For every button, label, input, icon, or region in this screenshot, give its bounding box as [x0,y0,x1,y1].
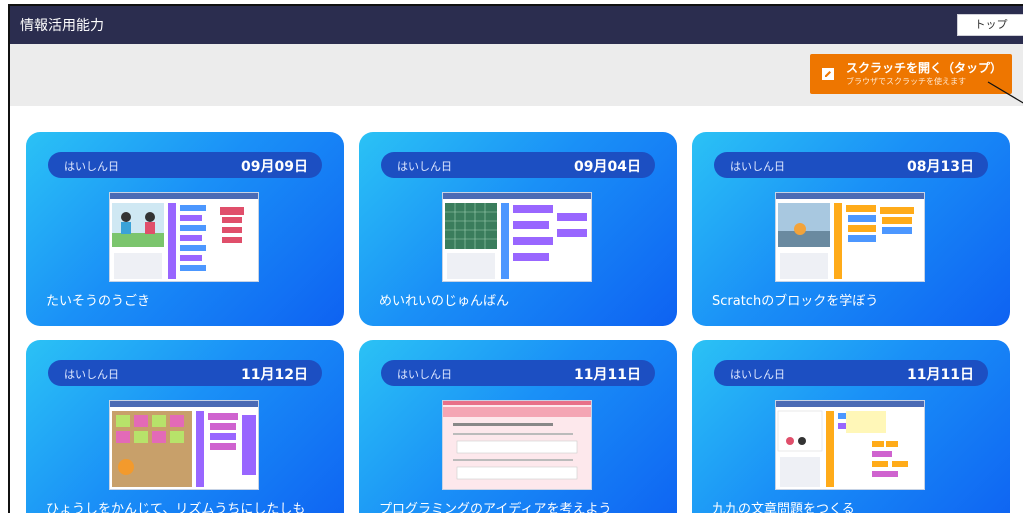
lesson-card[interactable]: はいしん日 11月11日 九九の文章問題をつくる [692,340,1010,513]
delivery-date: 11月12日 [241,367,308,383]
date-pill: はいしん日 11月12日 [48,360,322,386]
delivery-date: 11月11日 [907,367,974,383]
lesson-card[interactable]: はいしん日 08月13日 Scratchのブロックを学ぼう [692,132,1010,326]
lesson-title: めいれいのじゅんばん [379,294,510,309]
date-pill: はいしん日 09月09日 [48,152,322,178]
date-pill: はいしん日 11月11日 [714,360,988,386]
lesson-grid: はいしん日 09月09日 たいそうのうごき はいしん日 09月04日 めいれいの… [10,106,1023,513]
open-scratch-button[interactable]: スクラッチを開く（タップ） ブラウザでスクラッチを使えます [810,54,1012,94]
lesson-title: プログラミングのアイディアを考えよう [379,502,612,513]
delivery-date: 09月09日 [241,159,308,175]
lesson-thumbnail [775,400,925,490]
lesson-title: Scratchのブロックを学ぼう [712,294,879,309]
open-scratch-label: スクラッチを開く（タップ） [846,61,1003,75]
delivery-date: 11月11日 [574,367,641,383]
lesson-title: ひょうしをかんじて、リズムうちにしたしも [46,502,306,513]
edit-icon [822,68,834,80]
delivery-date-label: はいしん日 [397,160,452,173]
delivery-date: 09月04日 [574,159,641,175]
delivery-date-label: はいしん日 [64,368,119,381]
toolbar: スクラッチを開く（タップ） ブラウザでスクラッチを使えます [10,44,1023,106]
date-pill: はいしん日 11月11日 [381,360,655,386]
delivery-date: 08月13日 [907,159,974,175]
lesson-thumbnail [109,192,259,282]
top-button[interactable]: トップ [957,14,1023,36]
open-scratch-sublabel: ブラウザでスクラッチを使えます [846,77,966,86]
lesson-title: 九九の文章問題をつくる [712,502,855,513]
lesson-card[interactable]: はいしん日 11月11日 プログラミングのアイディアを考えよう [359,340,677,513]
lesson-thumbnail [442,400,592,490]
delivery-date-label: はいしん日 [730,160,785,173]
date-pill: はいしん日 09月04日 [381,152,655,178]
app-header: 情報活用能力 トップ [10,6,1023,44]
lesson-thumbnail [775,192,925,282]
lesson-card[interactable]: はいしん日 11月12日 ひょうしをかんじて、リズムうちにしたしも [26,340,344,513]
delivery-date-label: はいしん日 [730,368,785,381]
lesson-card[interactable]: はいしん日 09月09日 たいそうのうごき [26,132,344,326]
lesson-card[interactable]: はいしん日 09月04日 めいれいのじゅんばん [359,132,677,326]
lesson-title: たいそうのうごき [46,294,151,309]
date-pill: はいしん日 08月13日 [714,152,988,178]
delivery-date-label: はいしん日 [397,368,452,381]
lesson-thumbnail [109,400,259,490]
lesson-thumbnail [442,192,592,282]
page-title: 情報活用能力 [20,18,104,34]
delivery-date-label: はいしん日 [64,160,119,173]
app-window: 情報活用能力 トップ スクラッチを開く（タップ） ブラウザでスクラッチを使えます… [8,4,1023,513]
